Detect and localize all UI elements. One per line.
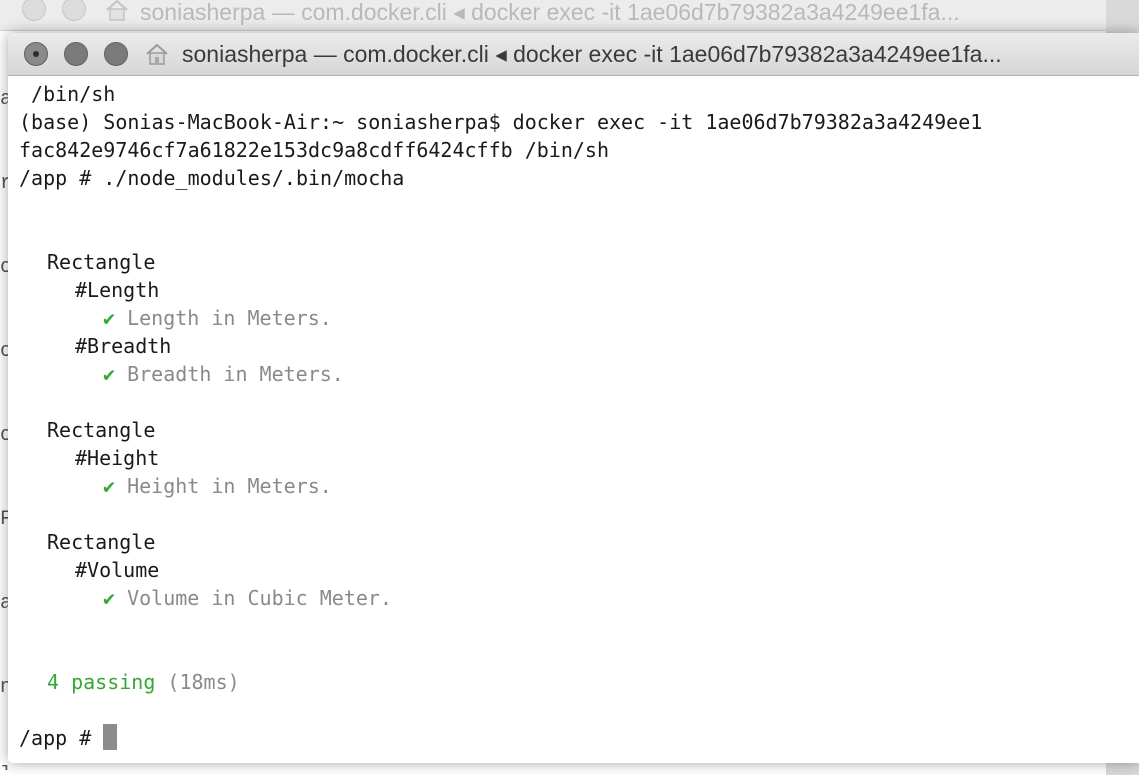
- test-result: ✔ Volume in Cubic Meter.: [103, 586, 392, 610]
- text-cursor: [103, 724, 118, 750]
- test-result: ✔ Breadth in Meters.: [103, 362, 344, 386]
- terminal-window[interactable]: soniasherpa — com.docker.cli ◂ docker ex…: [8, 33, 1139, 763]
- passing-summary: 4 passing (18ms): [47, 670, 240, 694]
- minimize-button[interactable]: [64, 42, 88, 66]
- terminal-line: /bin/sh: [19, 82, 116, 106]
- checkmark-icon: ✔: [103, 474, 116, 498]
- close-button[interactable]: [24, 42, 48, 66]
- checkmark-icon: ✔: [103, 586, 116, 610]
- terminal-line: fac842e9746cf7a61822e153dc9a8cdff6424cff…: [19, 138, 610, 162]
- background-close-button[interactable]: [22, 0, 46, 21]
- shell-prompt[interactable]: /app #: [19, 724, 118, 752]
- home-icon: [106, 0, 128, 21]
- test-group: #Length: [75, 278, 160, 302]
- suite-title: Rectangle: [47, 530, 156, 554]
- home-icon: [146, 43, 168, 65]
- terminal-output[interactable]: /bin/sh (base) Sonias-MacBook-Air:~ soni…: [8, 76, 1139, 763]
- background-window-title: soniasherpa — com.docker.cli ◂ docker ex…: [140, 0, 960, 25]
- terminal-line: (base) Sonias-MacBook-Air:~ soniasherpa$…: [19, 110, 983, 134]
- suite-title: Rectangle: [47, 418, 156, 442]
- test-group: #Volume: [75, 558, 160, 582]
- window-titlebar[interactable]: soniasherpa — com.docker.cli ◂ docker ex…: [8, 33, 1139, 76]
- suite-title: Rectangle: [47, 250, 156, 274]
- checkmark-icon: ✔: [103, 306, 116, 330]
- test-group: #Height: [75, 446, 160, 470]
- test-result: ✔ Height in Meters.: [103, 474, 332, 498]
- background-titlebar[interactable]: soniasherpa — com.docker.cli ◂ docker ex…: [0, 0, 1106, 31]
- checkmark-icon: ✔: [103, 362, 116, 386]
- zoom-button[interactable]: [104, 42, 128, 66]
- background-minimize-button[interactable]: [62, 0, 86, 21]
- window-title: soniasherpa — com.docker.cli ◂ docker ex…: [182, 41, 1002, 67]
- test-result: ✔ Length in Meters.: [103, 306, 332, 330]
- background-edge-text: a rı o o: o Fi a n ıp: [0, 88, 8, 770]
- terminal-command-line: /app # ./node_modules/.bin/mocha: [19, 166, 405, 190]
- test-group: #Breadth: [75, 334, 172, 358]
